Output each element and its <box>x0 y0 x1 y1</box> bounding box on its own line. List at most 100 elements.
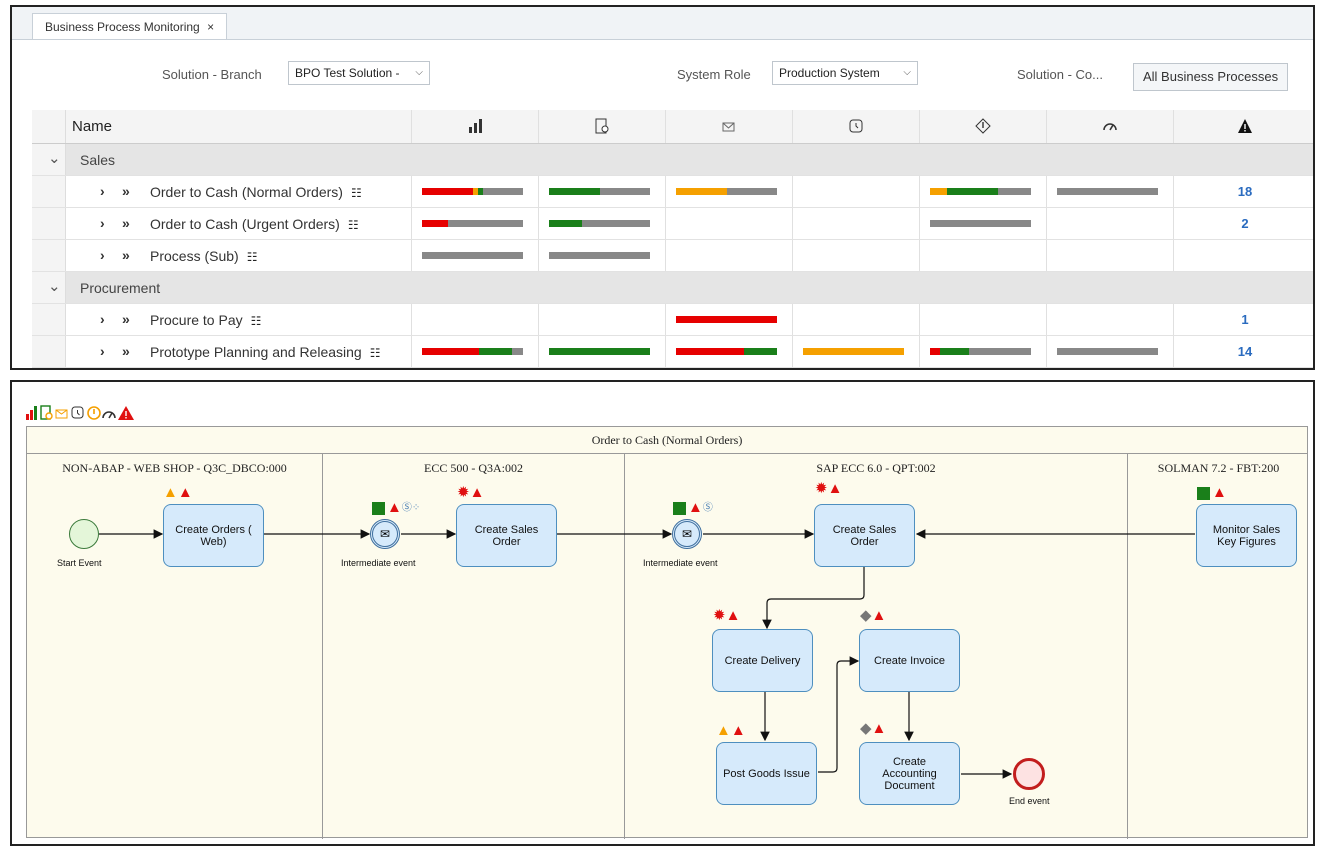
exceptions-cell <box>666 240 793 271</box>
row-select-cell[interactable] <box>32 304 66 335</box>
hierarchy-icon[interactable]: ☷ <box>247 250 258 264</box>
process-name[interactable]: Process (Sub) <box>150 248 239 264</box>
task-monitor-sales-key-figures[interactable]: Monitor Sales Key Figures <box>1196 504 1297 567</box>
bpmn-pool: Order to Cash (Normal Orders) NON-ABAP -… <box>26 426 1308 839</box>
alerts-column-header[interactable] <box>1174 110 1313 143</box>
filter-bar: Solution - Branch BPO Test Solution - ⌵ … <box>12 40 1313 102</box>
sequence-flows <box>99 529 1195 779</box>
process-name[interactable]: Prototype Planning and Releasing <box>150 344 362 360</box>
task-create-accounting-document[interactable]: Create Accounting Document <box>859 742 960 805</box>
row-select-cell[interactable] <box>32 240 66 271</box>
close-icon[interactable]: × <box>207 20 214 34</box>
hierarchy-icon[interactable]: ☷ <box>251 314 262 328</box>
backlog-cell <box>539 208 666 239</box>
end-event[interactable] <box>1013 758 1045 790</box>
intermediate-event-icon[interactable]: ✉ <box>672 519 702 549</box>
status-bar-segment <box>511 348 523 355</box>
select-all-cell[interactable] <box>32 110 66 143</box>
status-bar-segment <box>549 348 650 355</box>
performance-cell <box>1047 176 1174 207</box>
status-bar-segment <box>676 316 777 323</box>
events-column-header[interactable] <box>920 110 1047 143</box>
row-select-cell[interactable] <box>32 336 66 367</box>
table-row[interactable]: › » Procure to Pay ☷ 1 <box>32 304 1313 336</box>
hierarchy-icon[interactable]: ☷ <box>348 218 359 232</box>
hierarchy-icon[interactable]: ☷ <box>351 186 362 200</box>
process-diagram-panel: Order to Cash (Normal Orders) NON-ABAP -… <box>10 380 1315 846</box>
alert-count-link[interactable]: 1 <box>1174 312 1313 327</box>
process-name[interactable]: Order to Cash (Normal Orders) <box>150 184 343 200</box>
task-status-indicators: ✹▲ <box>815 481 842 496</box>
table-row[interactable]: › » Order to Cash (Urgent Orders) ☷ 2 <box>32 208 1313 240</box>
warning-triangle-icon: ▲ <box>469 484 485 501</box>
solution-branch-select[interactable]: BPO Test Solution - ⌵ <box>288 61 430 85</box>
chevron-right-icon[interactable]: › <box>100 215 105 231</box>
exceptions-cell <box>666 208 793 239</box>
chevron-down-icon[interactable]: ⌄ <box>48 149 61 167</box>
task-status-indicators: ◆▲ <box>860 721 886 736</box>
performance-cell <box>1047 208 1174 239</box>
table-row[interactable]: › » Order to Cash (Normal Orders) ☷ 18 <box>32 176 1313 208</box>
tab-business-process-monitoring[interactable]: Business Process Monitoring × <box>32 13 228 39</box>
throughput-cell <box>793 176 920 207</box>
throughput-column-header[interactable] <box>793 110 920 143</box>
status-bar-segment <box>940 348 970 355</box>
task-create-invoice[interactable]: Create Invoice <box>859 629 960 692</box>
alert-burst-icon: ✹ <box>457 484 470 501</box>
table-row[interactable]: › » Process (Sub) ☷ <box>32 240 1313 272</box>
task-create-sales-order[interactable]: Create Sales Order <box>456 504 557 567</box>
task-status-indicators: ◆▲ <box>860 608 886 623</box>
system-role-select[interactable]: Production System ⌵ <box>772 61 918 85</box>
chevron-right-icon[interactable]: › <box>100 247 105 263</box>
tab-bar: Business Process Monitoring × <box>12 7 1313 40</box>
task-create-delivery[interactable]: Create Delivery <box>712 629 813 692</box>
task-status-indicators: ▲▲ <box>716 723 746 738</box>
all-business-processes-button[interactable]: All Business Processes <box>1133 63 1289 91</box>
table-row[interactable]: › » Prototype Planning and Releasing ☷ 14 <box>32 336 1313 368</box>
status-bar <box>676 188 777 195</box>
status-bar <box>930 348 1031 355</box>
double-chevron-icon[interactable]: » <box>122 215 130 231</box>
backlog-column-header[interactable] <box>539 110 666 143</box>
exceptions-column-header[interactable] <box>666 110 793 143</box>
row-select-cell[interactable] <box>32 208 66 239</box>
kpi-cell <box>412 304 539 335</box>
start-event[interactable] <box>69 519 99 549</box>
row-select-cell[interactable] <box>32 176 66 207</box>
chevron-down-icon[interactable]: ⌄ <box>48 277 61 295</box>
task-status-indicators: ✹▲ <box>457 485 484 500</box>
task-post-goods-issue[interactable]: Post Goods Issue <box>716 742 817 805</box>
process-name[interactable]: Procure to Pay <box>150 312 243 328</box>
kpi-column-header[interactable] <box>412 110 539 143</box>
task-create-sales-order[interactable]: Create Sales Order <box>814 504 915 567</box>
event-status-indicators: ▲Ⓢ⁘ <box>372 500 420 515</box>
green-square-icon <box>1197 486 1210 500</box>
events-cell <box>920 176 1047 207</box>
alert-count-link[interactable]: 18 <box>1174 184 1313 199</box>
clock-icon <box>71 406 84 419</box>
name-column-header[interactable]: Name <box>66 110 412 143</box>
throughput-cell <box>793 208 920 239</box>
clock-icon: Ⓢ <box>401 502 412 514</box>
alert-count-link[interactable]: 2 <box>1174 216 1313 231</box>
alert-count-link[interactable]: 14 <box>1174 344 1313 359</box>
status-bar-segment <box>582 220 650 227</box>
hierarchy-icon[interactable]: ☷ <box>370 346 381 360</box>
bpm-grid-panel: Business Process Monitoring × Solution -… <box>10 5 1315 370</box>
document-search-icon <box>40 405 53 420</box>
process-name[interactable]: Order to Cash (Urgent Orders) <box>150 216 340 232</box>
double-chevron-icon[interactable]: » <box>122 183 130 199</box>
status-legend <box>26 404 166 426</box>
double-chevron-icon[interactable]: » <box>122 343 130 359</box>
group-row-sales[interactable]: ⌄ Sales <box>32 144 1313 176</box>
group-row-procurement[interactable]: ⌄ Procurement <box>32 272 1313 304</box>
diamond-exclamation-icon <box>87 406 101 420</box>
chevron-right-icon[interactable]: › <box>100 183 105 199</box>
task-create-orders-web[interactable]: Create Orders ( Web) <box>163 504 264 567</box>
double-chevron-icon[interactable]: » <box>122 311 130 327</box>
chevron-right-icon[interactable]: › <box>100 311 105 327</box>
double-chevron-icon[interactable]: » <box>122 247 130 263</box>
performance-column-header[interactable] <box>1047 110 1174 143</box>
chevron-right-icon[interactable]: › <box>100 343 105 359</box>
intermediate-event-icon[interactable]: ✉ <box>370 519 400 549</box>
